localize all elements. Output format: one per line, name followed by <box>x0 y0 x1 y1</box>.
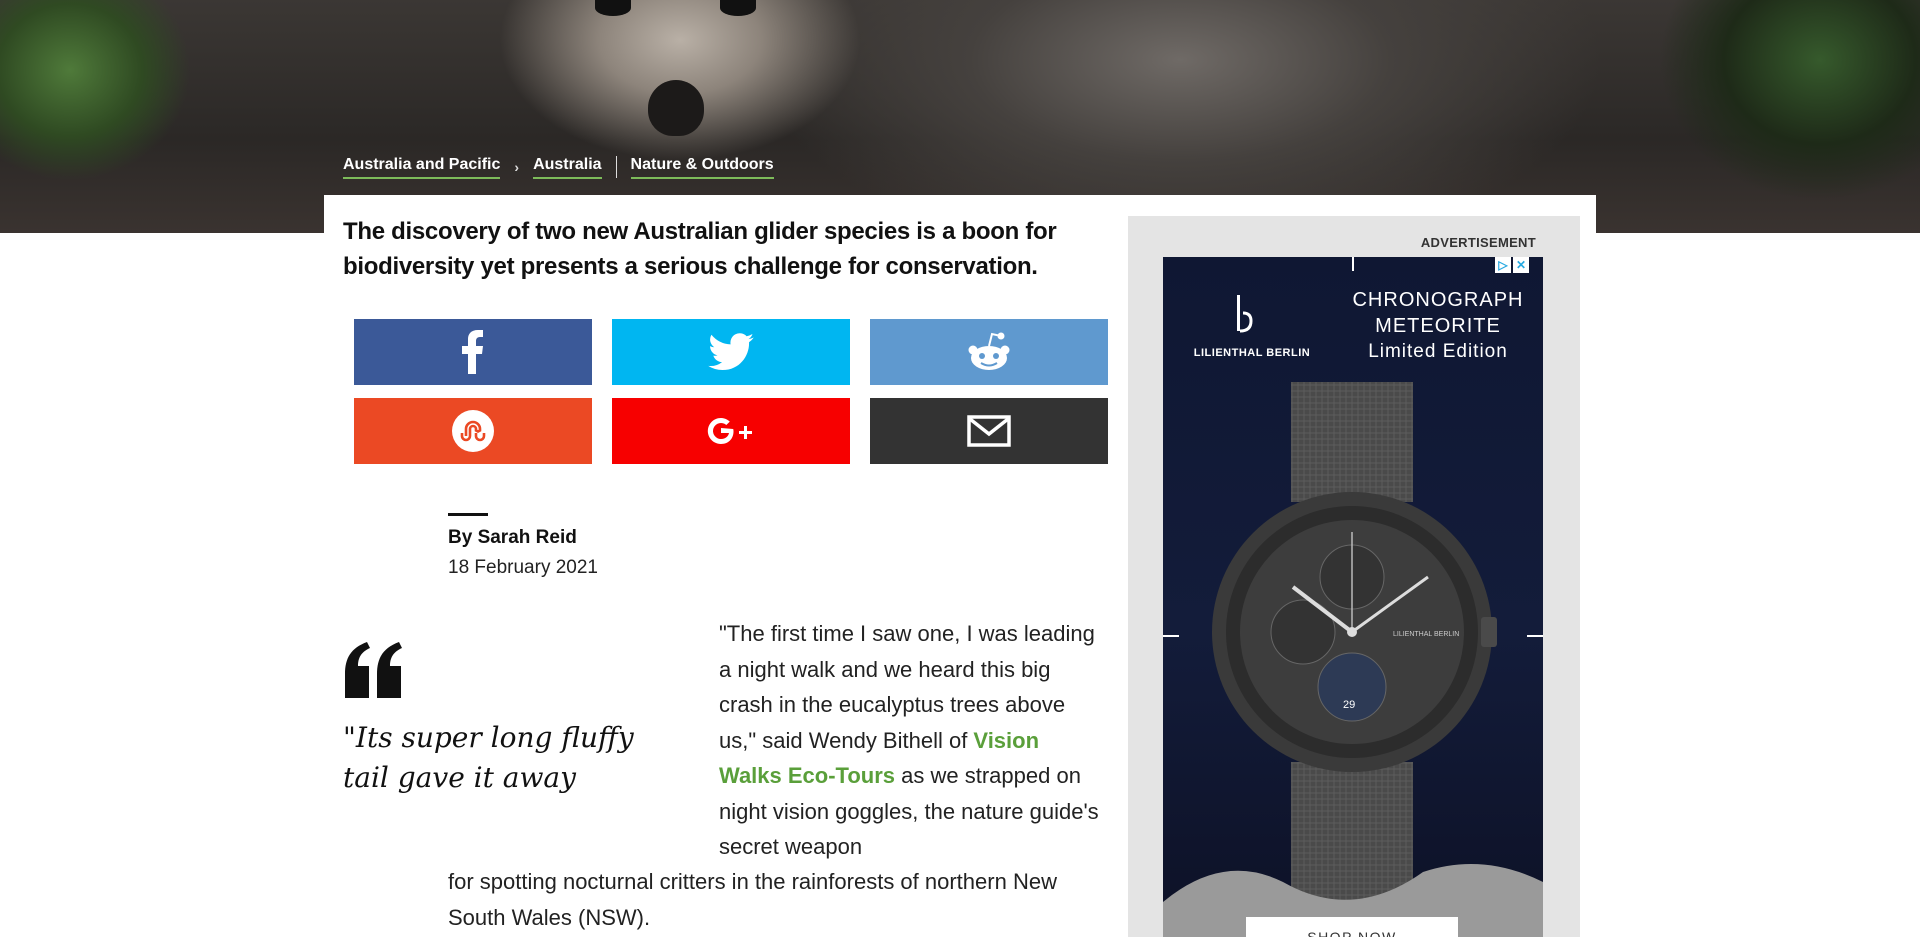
ad-headline: CHRONOGRAPH METEORITE Limited Edition <box>1338 287 1538 365</box>
breadcrumb: Australia and Pacific › Australia Nature… <box>343 155 774 179</box>
ad-close-icon[interactable]: ✕ <box>1513 257 1529 273</box>
email-share-button[interactable] <box>870 398 1108 464</box>
ad-headline-line3: Limited Edition <box>1368 341 1508 362</box>
shop-now-button[interactable]: SHOP NOW <box>1246 917 1458 937</box>
ad-choices: ▷ ✕ <box>1495 257 1529 273</box>
reddit-icon <box>968 332 1010 370</box>
reddit-share-button[interactable] <box>870 319 1108 385</box>
glider-eye-left <box>595 0 631 16</box>
article-intro: The discovery of two new Australian glid… <box>343 218 1057 280</box>
chevron-right-icon: › <box>514 159 520 175</box>
share-buttons <box>354 319 1108 464</box>
ad-crosshair-top <box>1352 257 1354 271</box>
breadcrumb-nature-outdoors[interactable]: Nature & Outdoors <box>630 156 774 179</box>
watch-dial-brand: LILIENTHAL BERLIN <box>1393 631 1459 638</box>
watch-date-window: 29 <box>1343 699 1355 711</box>
facebook-share-button[interactable] <box>354 319 592 385</box>
watch-image: LILIENTHAL BERLIN 29 <box>1163 382 1543 937</box>
stumbleupon-share-button[interactable] <box>354 398 592 464</box>
glider-nose <box>648 80 704 136</box>
byline-rule <box>448 513 488 516</box>
stumbleupon-icon <box>452 410 494 452</box>
ad-brand-name: LILIENTHAL BERLIN <box>1193 347 1311 359</box>
author-name[interactable]: By Sarah Reid <box>448 527 577 549</box>
brand-logo-icon <box>1237 295 1253 333</box>
ad-headline-line1: CHRONOGRAPH <box>1352 289 1524 311</box>
adchoices-icon[interactable]: ▷ <box>1495 257 1511 273</box>
advertisement-label: ADVERTISEMENT <box>1420 235 1536 250</box>
breadcrumb-australia-and-pacific[interactable]: Australia and Pacific <box>343 156 501 179</box>
breadcrumb-divider <box>615 156 617 178</box>
glider-eye-right <box>720 0 756 16</box>
ad-creative[interactable]: LILIENTHAL BERLIN CHRONOGRAPH METEORITE … <box>1163 257 1543 937</box>
google-plus-icon <box>707 418 752 445</box>
article-paragraph: "The first time I saw one, I was leading… <box>719 616 1099 865</box>
google-plus-share-button[interactable] <box>612 398 850 464</box>
facebook-icon <box>462 330 483 374</box>
twitter-share-button[interactable] <box>612 319 850 385</box>
ad-headline-line2: METEORITE <box>1375 315 1501 337</box>
twitter-icon <box>708 333 754 371</box>
publish-date: 18 February 2021 <box>448 557 598 578</box>
email-icon <box>967 415 1011 447</box>
quote-icon <box>345 642 402 698</box>
breadcrumb-australia[interactable]: Australia <box>533 156 602 179</box>
pull-quote: "Its super long fluffy tail gave it away <box>343 721 634 794</box>
article-paragraph-continued: for spotting nocturnal critters in the r… <box>448 869 1057 930</box>
